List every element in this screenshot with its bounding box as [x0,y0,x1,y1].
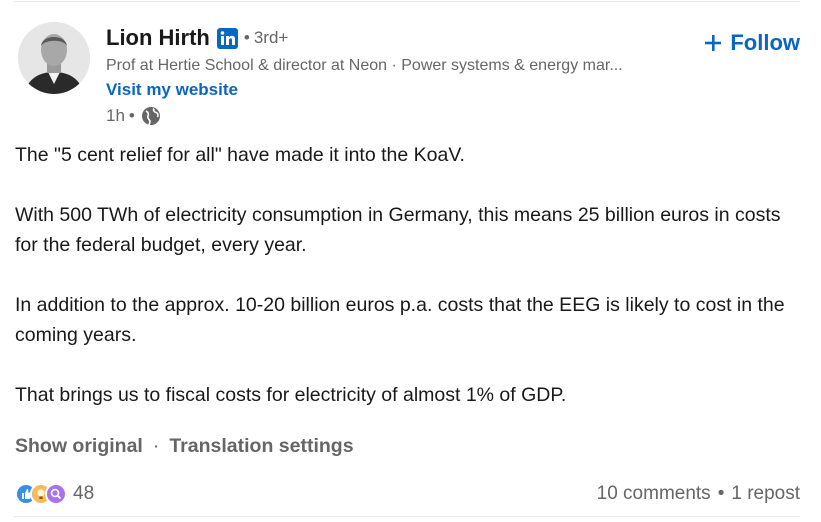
follow-button[interactable]: Follow [703,30,800,56]
degree-separator: • [243,28,250,47]
post-meta: 1h • [106,102,706,130]
show-original-button[interactable]: Show original [15,435,143,458]
bottom-divider [14,516,800,517]
post-header: Lion Hirth • 3rd+ Prof at Hertie School … [106,22,706,130]
avatar[interactable] [18,22,90,94]
plus-icon [703,33,723,53]
follow-label: Follow [730,30,800,55]
post-body: The "5 cent relief for all" have made it… [15,140,805,440]
post-paragraph: That brings us to fiscal costs for elect… [15,384,567,406]
post-paragraph: The "5 cent relief for all" have made it… [15,144,465,166]
translation-row: Show original · Translation settings [15,430,354,462]
curious-icon [45,483,67,505]
author-name[interactable]: Lion Hirth [106,25,210,51]
comments-count-button[interactable]: 10 comments [597,483,711,505]
connection-degree: 3rd+ [253,28,289,47]
reactions-summary[interactable]: 48 [15,483,94,505]
author-row: Lion Hirth • 3rd+ [106,22,706,54]
visit-website-link[interactable]: Visit my website [106,78,238,102]
author-headline: Prof at Hertie School & director at Neon… [106,57,623,74]
post-paragraph: In addition to the approx. 10-20 billion… [15,294,785,346]
top-divider [14,1,800,2]
reposts-count-button[interactable]: 1 repost [731,483,800,505]
post-paragraph: With 500 TWh of electricity consumption … [15,204,781,256]
translation-separator: · [152,434,160,457]
social-counts: 48 10 comments • 1 repost [15,480,800,508]
counts-separator: • [717,483,725,504]
reaction-count: 48 [73,483,95,504]
reaction-icons [15,483,67,505]
time-separator: • [128,106,135,125]
post-time: 1h [106,106,125,125]
globe-icon [141,106,161,126]
linkedin-icon [216,27,238,49]
translation-settings-button[interactable]: Translation settings [169,435,353,458]
engagement-counts: 10 comments • 1 repost [597,483,800,505]
